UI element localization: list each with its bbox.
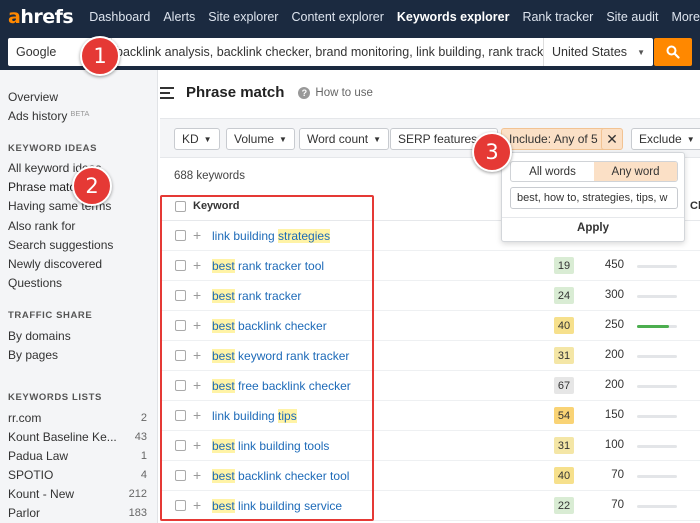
kd-badge: 22 — [554, 497, 574, 514]
page-title: Phrase match — [186, 84, 285, 101]
word-count-filter-button[interactable]: Word count ▼ — [299, 128, 390, 150]
kd-badge: 40 — [554, 467, 574, 484]
step-badge-2: 2 — [72, 166, 112, 206]
list-item[interactable]: Padua Law — [8, 449, 68, 463]
list-count: 1 — [140, 450, 147, 462]
caret-down-icon: ▼ — [686, 134, 695, 144]
sidebar-item-ads-history[interactable]: Ads history BETA — [8, 109, 89, 123]
volume-value: 250 — [604, 319, 624, 331]
include-filter-button[interactable]: Include: Any of 5 — [501, 128, 606, 150]
kd-badge: 31 — [554, 437, 574, 454]
volume-value: 450 — [604, 259, 624, 271]
trend-bar — [637, 415, 677, 418]
trend-fill — [637, 325, 669, 328]
keywords-input[interactable]: backlink analysis, backlink checker, bra… — [112, 45, 543, 59]
list-count: 4 — [140, 469, 147, 481]
list-count: 212 — [128, 488, 147, 500]
trend-bar — [637, 505, 677, 508]
search-button[interactable] — [654, 38, 692, 66]
volume-value: 70 — [611, 499, 624, 511]
keyword-count: 688 keywords — [174, 170, 245, 182]
hamburger-icon[interactable] — [160, 86, 174, 99]
nav-rank-tracker[interactable]: Rank tracker — [522, 10, 593, 24]
list-count: 43 — [134, 431, 147, 443]
any-word-option[interactable]: Any word — [594, 162, 677, 181]
cl-column-header[interactable]: Cl — [690, 200, 700, 212]
volume-value: 200 — [604, 379, 624, 391]
trend-bar — [637, 325, 677, 328]
page-header: Phrase match ? How to use — [160, 84, 373, 101]
include-popup: All words Any word best, how to, strateg… — [501, 152, 685, 242]
nav-more[interactable]: More▼ — [671, 10, 700, 24]
caret-down-icon: ▼ — [637, 47, 645, 57]
caret-down-icon: ▼ — [373, 134, 382, 144]
volume-value: 300 — [604, 289, 624, 301]
trend-bar — [637, 265, 677, 268]
list-item[interactable]: Kount - New — [8, 487, 74, 501]
kd-badge: 54 — [554, 407, 574, 424]
list-item[interactable]: rr.com — [8, 411, 41, 425]
trend-bar — [637, 475, 677, 478]
keyword-ideas-heading: KEYWORD IDEAS — [8, 143, 98, 154]
nav-dashboard[interactable]: Dashboard — [89, 10, 150, 24]
list-item[interactable]: SPOTIO — [8, 468, 53, 482]
volume-filter-button[interactable]: Volume ▼ — [226, 128, 295, 150]
kd-badge: 67 — [554, 377, 574, 394]
all-words-option[interactable]: All words — [511, 162, 594, 181]
divider — [502, 217, 684, 218]
trend-bar — [637, 355, 677, 358]
exclude-filter-button[interactable]: Exclude ▼ — [631, 128, 700, 150]
trend-bar — [637, 445, 677, 448]
sidebar-item-by-domains[interactable]: By domains — [8, 329, 71, 343]
list-count: 183 — [128, 507, 147, 519]
nav-site-explorer[interactable]: Site explorer — [208, 10, 278, 24]
trend-bar — [637, 295, 677, 298]
trend-bar — [637, 385, 677, 388]
kd-badge: 19 — [554, 257, 574, 274]
nav-keywords-explorer[interactable]: Keywords explorer — [397, 10, 510, 24]
kd-badge: 31 — [554, 347, 574, 364]
nav-items: Dashboard Alerts Site explorer Content e… — [89, 10, 700, 24]
apply-button[interactable]: Apply — [502, 222, 684, 234]
list-item[interactable]: Parlor — [8, 506, 40, 520]
nav-content-explorer[interactable]: Content explorer — [291, 10, 383, 24]
match-mode-toggle: All words Any word — [510, 161, 678, 182]
traffic-share-heading: TRAFFIC SHARE — [8, 310, 93, 321]
volume-value: 100 — [604, 439, 624, 451]
caret-down-icon: ▼ — [203, 134, 212, 144]
sidebar-item-overview[interactable]: Overview — [8, 90, 58, 104]
sidebar: Overview Ads history BETA KEYWORD IDEAS A… — [0, 70, 158, 523]
sidebar-item-newly-discovered[interactable]: Newly discovered — [8, 257, 102, 271]
include-terms-input[interactable]: best, how to, strategies, tips, w — [510, 187, 678, 209]
beta-badge: BETA — [70, 109, 90, 118]
sidebar-item-by-pages[interactable]: By pages — [8, 348, 58, 362]
nav-site-audit[interactable]: Site audit — [606, 10, 658, 24]
sidebar-item-also-rank-for[interactable]: Also rank for — [8, 219, 75, 233]
sidebar-item-phrase-match[interactable]: Phrase match — [8, 180, 82, 194]
question-icon: ? — [298, 86, 311, 99]
step-badge-1: 1 — [80, 36, 120, 76]
clear-include-button[interactable]: ✕ — [601, 128, 623, 150]
kd-filter-button[interactable]: KD ▼ — [174, 128, 220, 150]
volume-value: 200 — [604, 349, 624, 361]
search-icon — [666, 45, 680, 59]
kd-badge: 40 — [554, 317, 574, 334]
list-count: 2 — [140, 412, 147, 424]
annotation-box — [160, 195, 374, 521]
kd-badge: 24 — [554, 287, 574, 304]
list-item[interactable]: Kount Baseline Ke... — [8, 430, 117, 444]
sidebar-item-questions[interactable]: Questions — [8, 276, 62, 290]
sidebar-item-search-suggestions[interactable]: Search suggestions — [8, 238, 113, 252]
volume-value: 70 — [611, 469, 624, 481]
step-badge-3: 3 — [472, 132, 512, 172]
keywords-lists-heading: KEYWORDS LISTS — [8, 392, 102, 403]
ahrefs-logo[interactable]: ahrefs — [8, 6, 74, 28]
country-select[interactable]: United States ▼ — [543, 38, 653, 66]
top-nav: ahrefs Dashboard Alerts Site explorer Co… — [0, 0, 700, 34]
volume-value: 150 — [604, 409, 624, 421]
caret-down-icon: ▼ — [279, 134, 287, 144]
how-to-use-link[interactable]: ? How to use — [298, 86, 373, 99]
nav-alerts[interactable]: Alerts — [163, 10, 195, 24]
